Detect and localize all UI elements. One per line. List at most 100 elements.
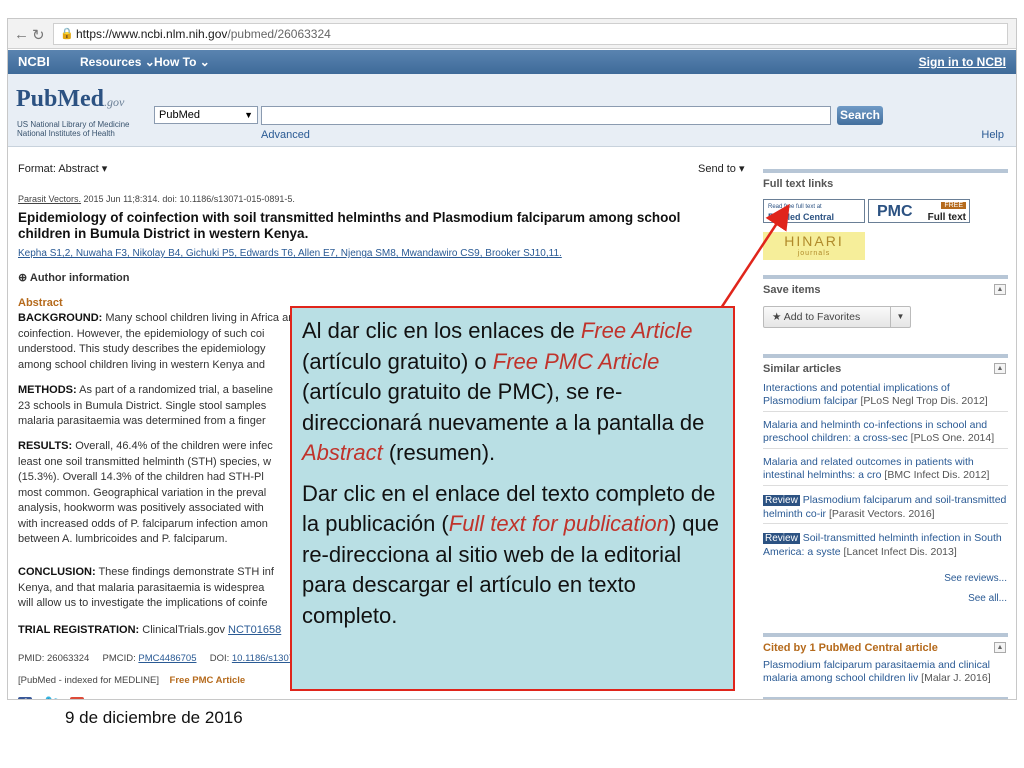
search-header: PubMed.gov US National Library of Medici… — [8, 74, 1016, 147]
caret-down-icon[interactable]: ▼ — [890, 307, 910, 327]
nlm-credit: US National Library of Medicine National… — [17, 120, 130, 138]
collapse-icon[interactable]: ▲ — [994, 363, 1006, 374]
similar-article-item[interactable]: Interactions and potential implications … — [763, 382, 1008, 407]
database-select[interactable]: PubMed ▼ — [154, 106, 258, 124]
trial-text: ClinicalTrials.gov — [139, 624, 229, 636]
callout-paragraph-1: Al dar clic en los enlaces de Free Artic… — [302, 316, 723, 469]
abstract-text: Overall, 46.4% of the children were infe… — [72, 440, 273, 452]
abstract-text: These findings demonstrate STH inf — [95, 566, 274, 578]
plus-icon: ⊕ — [18, 272, 28, 284]
google-plus-icon[interactable]: g+ — [70, 697, 84, 699]
star-icon: ★ — [772, 311, 782, 323]
pmc-full-text-link[interactable]: PMC FREE Full text — [868, 199, 970, 223]
instruction-callout: Al dar clic en los enlaces de Free Artic… — [290, 306, 735, 691]
hinari-sub: journals — [797, 250, 831, 257]
citation: Parasit Vectors. 2015 Jun 11;8:314. doi:… — [18, 194, 295, 204]
divider — [763, 485, 1008, 486]
social-share: f 🐦 g+ — [18, 695, 96, 699]
author-information-label: Author information — [29, 272, 130, 284]
caret-down-icon: ▼ — [244, 110, 253, 120]
see-all-link[interactable]: See all... — [968, 593, 1007, 604]
pmc-free-badge: FREE — [941, 202, 966, 209]
similar-article-source: [PLoS Negl Trop Dis. 2012] — [860, 394, 988, 407]
index-status: [PubMed - indexed for MEDLINE] Free PMC … — [18, 675, 245, 686]
authors-list[interactable]: Kepha S1,2, Nuwaha F3, Nikolay B4, Gichu… — [18, 248, 562, 259]
slide-date: 9 de diciembre de 2016 — [65, 708, 243, 727]
format-selector[interactable]: Format: Abstract ▾ — [18, 162, 107, 175]
url-base: https://www.ncbi.nlm.nih.gov — [76, 27, 228, 41]
review-badge: Review — [763, 495, 800, 506]
indexed-label: [PubMed - indexed for MEDLINE] — [18, 675, 159, 686]
conclusion-label: CONCLUSION: — [18, 566, 96, 578]
ncbi-bar: NCBI Resources ⌄ How To ⌄ Sign in to NCB… — [8, 50, 1016, 74]
sidebar: Full text links Read free full text at B… — [763, 147, 1013, 699]
trial-link[interactable]: NCT01658 — [228, 624, 281, 636]
callout-text: (resumen). — [382, 440, 496, 465]
browser-toolbar: ← ↻ 🔒 https://www.ncbi.nlm.nih.gov/pubme… — [8, 19, 1016, 49]
author-information-toggle[interactable]: ⊕ Author information — [18, 271, 129, 284]
search-button[interactable]: Search — [837, 106, 883, 125]
pmc-logo: PMC — [877, 203, 913, 220]
free-pmc-article-link[interactable]: Free PMC Article — [170, 675, 246, 686]
facebook-icon[interactable]: f — [18, 697, 32, 699]
abstract-text: As part of a randomized trial, a baselin… — [76, 384, 273, 396]
results-label: RESULTS: — [18, 440, 73, 452]
similar-article-item[interactable]: Review Soil-transmitted helminth infecti… — [763, 532, 1008, 558]
citation-rest: 2015 Jun 11;8:314. doi: 10.1186/s13071-0… — [81, 194, 295, 204]
signin-link[interactable]: Sign in to NCBI — [919, 55, 1006, 69]
similar-article-source: [Parasit Vectors. 2016] — [828, 507, 935, 520]
pmcid-link[interactable]: PMC4486705 — [138, 653, 196, 664]
pmcid-label: PMCID: — [102, 653, 139, 664]
collapse-icon[interactable]: ▲ — [994, 642, 1006, 653]
callout-emphasis: Full text for publication — [448, 511, 669, 536]
callout-emphasis: Abstract — [302, 440, 383, 465]
divider — [763, 411, 1008, 412]
similar-article-item[interactable]: Review Plasmodium falciparum and soil-tr… — [763, 494, 1008, 520]
similar-article-item[interactable]: Malaria and related outcomes in patients… — [763, 456, 1008, 481]
send-to-menu[interactable]: Send to ▾ — [698, 162, 745, 175]
send-to-label: Send to — [698, 163, 736, 175]
doi-link[interactable]: 10.1186/s1307 — [232, 653, 294, 664]
database-value: PubMed — [159, 109, 200, 121]
collapse-icon[interactable]: ▲ — [994, 284, 1006, 295]
methods-label: METHODS: — [18, 384, 77, 396]
ncbi-logo[interactable]: NCBI — [18, 54, 50, 69]
divider — [763, 697, 1008, 699]
search-input[interactable] — [261, 106, 831, 125]
see-reviews-link[interactable]: See reviews... — [944, 573, 1007, 584]
advanced-link[interactable]: Advanced — [261, 129, 310, 141]
twitter-icon[interactable]: 🐦 — [44, 695, 60, 699]
howto-label: How To — [154, 55, 197, 69]
address-bar[interactable]: 🔒 https://www.ncbi.nlm.nih.gov/pubmed/26… — [53, 23, 1008, 45]
cited-article-item[interactable]: Plasmodium falciparum parasitaemia and c… — [763, 659, 1008, 684]
callout-emphasis: Free Article — [580, 318, 693, 343]
similar-article-source: [PLoS One. 2014] — [910, 431, 995, 444]
biomed-central-link[interactable]: Read free full text at BioMed Central — [763, 199, 865, 223]
identifiers: PMID: 26063324 PMCID: PMC4486705 DOI: 10… — [18, 653, 294, 664]
help-link[interactable]: Help — [981, 129, 1004, 141]
similar-articles-label: Similar articles — [763, 363, 842, 375]
howto-menu[interactable]: How To ⌄ — [154, 55, 210, 69]
full-text-links-heading: Full text links — [763, 169, 1008, 190]
similar-article-item[interactable]: Malaria and helminth co-infections in sc… — [763, 419, 1008, 444]
add-to-favorites-button[interactable]: ★ Add to Favorites ▼ — [763, 306, 911, 328]
url-path: /pubmed/26063324 — [227, 27, 331, 41]
doi-label: DOI: — [209, 653, 232, 664]
add-to-favorites-label: Add to Favorites — [783, 311, 861, 323]
callout-paragraph-2: Dar clic en el enlace del texto completo… — [302, 479, 723, 632]
pubmed-logo[interactable]: PubMed.gov — [16, 86, 124, 113]
nlm-line-1: US National Library of Medicine — [17, 120, 130, 129]
format-label: Format: Abstract — [18, 163, 99, 175]
resources-menu[interactable]: Resources ⌄ — [80, 55, 155, 69]
reload-icon[interactable]: ↻ — [32, 26, 45, 44]
journal-link[interactable]: Parasit Vectors. — [18, 194, 81, 204]
pubmed-logo-text: PubMed — [16, 86, 105, 112]
back-icon[interactable]: ← — [14, 26, 29, 43]
cited-by-label: Cited by 1 PubMed Central article — [763, 642, 938, 654]
divider — [763, 523, 1008, 524]
save-items-heading: Save items ▲ — [763, 275, 1008, 296]
hinari-logo: HINARI — [784, 233, 844, 249]
hinari-link[interactable]: HINARI journals — [763, 232, 865, 260]
caret-down-icon: ▾ — [101, 163, 108, 175]
caret-down-icon: ▾ — [738, 163, 745, 175]
